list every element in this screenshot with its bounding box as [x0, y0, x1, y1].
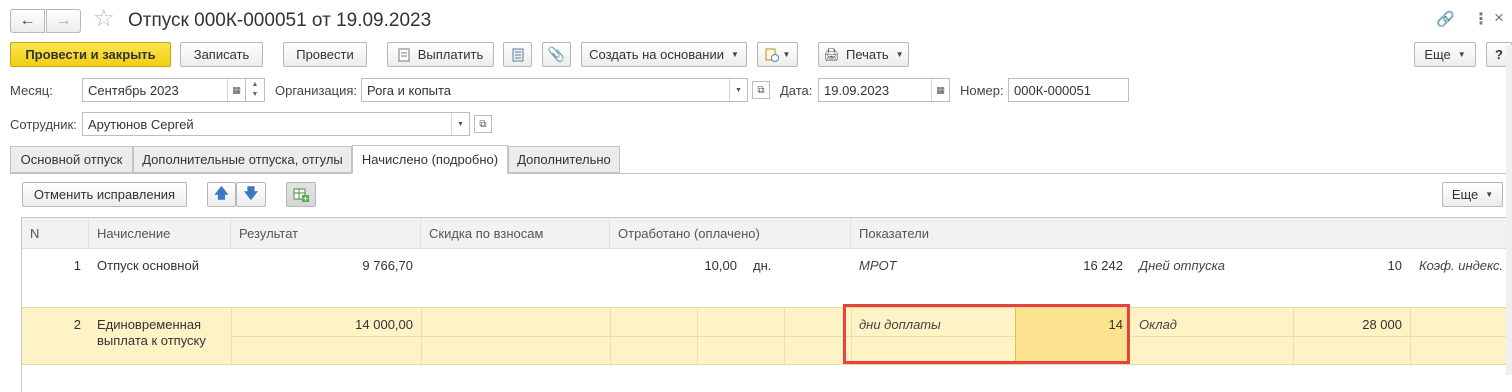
result-value: 14 000,00: [355, 317, 413, 332]
number-label: Номер:: [960, 83, 1004, 98]
stepper-down-icon[interactable]: ▼: [252, 90, 259, 100]
indicator-3-name: Коэф. индекс.: [1419, 258, 1504, 273]
chevron-down-icon: ▼: [730, 50, 739, 59]
accrual-name: Отпуск основной: [97, 258, 199, 273]
arrow-down-icon: 🡇: [243, 184, 259, 201]
table-row-selected[interactable]: 2 Единовременная выплата к отпуску 14 00…: [22, 304, 1512, 366]
cell-divider: [610, 308, 611, 366]
chevron-down-icon: ▼: [1485, 190, 1494, 199]
window-title: Отпуск 000К-000051 от 19.09.2023: [128, 10, 432, 31]
calendar-icon[interactable]: ▦: [227, 79, 245, 101]
back-button[interactable]: ←: [10, 9, 45, 33]
register-button[interactable]: [503, 42, 532, 67]
table-more-button[interactable]: Еще ▼: [1442, 182, 1503, 207]
table-add-icon: [293, 188, 309, 202]
worked-value: 10,00: [704, 258, 737, 273]
chevron-down-icon: ▼: [782, 50, 791, 59]
save-button[interactable]: Записать: [180, 42, 263, 67]
month-field[interactable]: Сентябрь 2023 ▦: [82, 78, 246, 102]
create-based-button[interactable]: Создать на основании ▼: [581, 42, 747, 67]
table-header: N Начисление Результат Скидка по взносам…: [22, 218, 1512, 249]
cell-divider: [784, 308, 785, 366]
printer-icon: 🖨: [823, 46, 840, 62]
organization-field[interactable]: Рога и копыта ▼: [361, 78, 748, 102]
add-indicators-button[interactable]: [286, 182, 316, 207]
indicator-1-name: МРОТ: [859, 258, 897, 273]
month-label: Месяц:: [10, 83, 53, 98]
month-stepper[interactable]: ▲ ▼: [245, 78, 265, 102]
column-worked[interactable]: Отработано (оплачено): [610, 218, 851, 248]
move-up-button[interactable]: 🡅: [207, 182, 236, 207]
cell-divider: [1410, 308, 1411, 366]
cell-divider: [697, 308, 698, 366]
link-icon[interactable]: 🔗: [1436, 10, 1455, 28]
column-indicators[interactable]: Показатели: [851, 218, 1512, 248]
indicator-2-value: 28 000: [1362, 317, 1402, 332]
related-docs-button[interactable]: ▼: [757, 42, 798, 67]
forward-button[interactable]: →: [46, 9, 81, 33]
indicator-2-value: 10: [1387, 258, 1402, 273]
cancel-corrections-button[interactable]: Отменить исправления: [22, 182, 187, 207]
arrow-right-icon: →: [55, 12, 72, 29]
vertical-scrollbar[interactable]: [1506, 45, 1512, 375]
close-icon[interactable]: ×: [1494, 8, 1504, 28]
post-and-close-button[interactable]: Провести и закрыть: [10, 42, 171, 67]
date-field[interactable]: 19.09.2023 ▦: [818, 78, 950, 102]
column-accrual[interactable]: Начисление: [89, 218, 231, 248]
paperclip-icon: 📎: [547, 46, 566, 62]
chevron-down-icon[interactable]: ▼: [729, 79, 747, 101]
highlight-frame: [843, 304, 1130, 364]
cell-divider: [421, 308, 422, 366]
favorite-star-icon[interactable]: ☆: [93, 5, 115, 33]
tab-additional[interactable]: Дополнительно: [508, 146, 620, 173]
accrual-name: Единовременная: [97, 317, 202, 332]
chevron-down-icon[interactable]: ▼: [451, 113, 469, 135]
accruals-table: N Начисление Результат Скидка по взносам…: [21, 217, 1512, 392]
pay-button[interactable]: Выплатить: [387, 42, 494, 67]
more-button[interactable]: Еще ▼: [1414, 42, 1476, 67]
open-employee-icon[interactable]: ⧉: [474, 115, 492, 133]
row-number: 1: [73, 258, 81, 273]
ledger-icon: [512, 48, 523, 61]
tab-accrued-detailed[interactable]: Начислено (подробно): [352, 145, 508, 174]
table-row[interactable]: 1 Отпуск основной 9 766,70 10,00 дн. МРО…: [22, 249, 1512, 307]
result-value: 9 766,70: [362, 258, 413, 273]
document-icon: [398, 48, 410, 61]
move-down-button[interactable]: 🡇: [236, 182, 266, 207]
column-result[interactable]: Результат: [231, 218, 421, 248]
related-documents-icon: [765, 48, 779, 62]
chevron-down-icon: ▼: [1457, 50, 1466, 59]
calendar-icon[interactable]: ▦: [931, 79, 949, 101]
date-label: Дата:: [780, 83, 813, 98]
tabs-baseline: [10, 173, 1512, 174]
column-n[interactable]: N: [22, 218, 89, 248]
organization-label: Организация:: [275, 83, 358, 98]
open-organization-icon[interactable]: ⧉: [752, 81, 770, 99]
indicator-2-name: Дней отпуска: [1139, 258, 1225, 273]
employee-field[interactable]: Арутюнов Сергей ▼: [82, 112, 470, 136]
arrow-left-icon: ←: [19, 12, 36, 29]
more-vertical-icon[interactable]: ⋮: [1473, 9, 1489, 29]
employee-label: Сотрудник:: [10, 117, 77, 132]
post-button[interactable]: Провести: [283, 42, 367, 67]
chevron-down-icon: ▼: [895, 50, 904, 59]
worked-unit: дн.: [753, 258, 772, 273]
number-field[interactable]: 000К-000051: [1008, 78, 1129, 102]
tab-main-vacation[interactable]: Основной отпуск: [10, 146, 133, 173]
stepper-up-icon[interactable]: ▲: [252, 80, 259, 90]
arrow-up-icon: 🡅: [214, 184, 229, 201]
column-discount[interactable]: Скидка по взносам: [421, 218, 610, 248]
row-number: 2: [73, 317, 81, 332]
indicator-2-name: Оклад: [1139, 317, 1177, 332]
indicator-1-value: 16 242: [1083, 258, 1123, 273]
tab-additional-vacations[interactable]: Дополнительные отпуска, отгулы: [133, 146, 352, 173]
accrual-name-line-2: выплата к отпуску: [97, 333, 206, 348]
print-button[interactable]: 🖨 Печать ▼: [818, 42, 909, 67]
attachment-button[interactable]: 📎: [542, 42, 571, 67]
